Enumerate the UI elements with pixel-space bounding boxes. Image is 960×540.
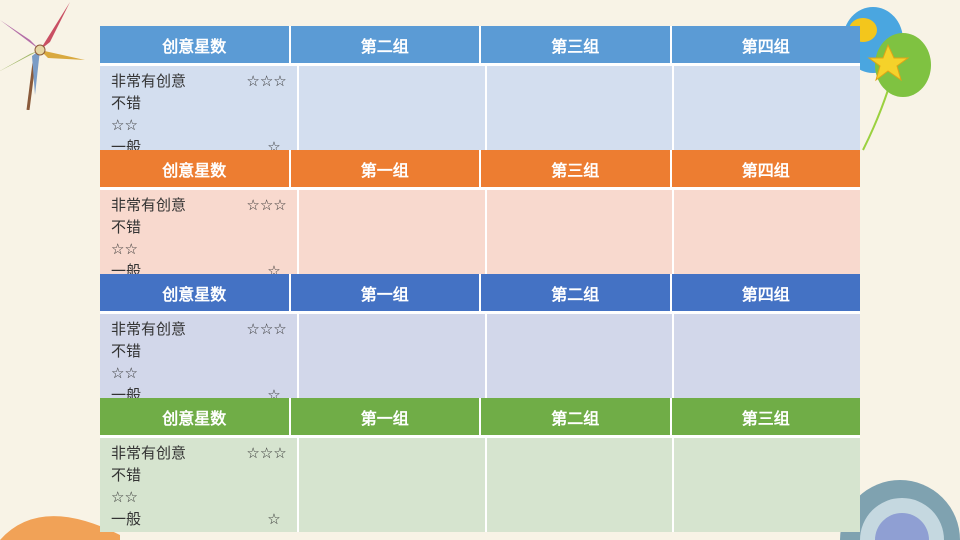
header-cell-group: 第一组 bbox=[290, 150, 481, 187]
legend-label: 不错 bbox=[111, 94, 142, 112]
header-cell-group: 第二组 bbox=[481, 274, 672, 311]
one-star-icon: ☆ bbox=[267, 386, 281, 398]
rating-table-2: 创意星数 第一组 第三组 第四组非常有创意 ☆☆☆ 不错 ☆☆ 一般 ☆ bbox=[100, 150, 860, 274]
header-cell-group: 第二组 bbox=[481, 398, 672, 435]
table-header-row: 创意星数 第一组 第三组 第四组 bbox=[100, 150, 860, 187]
legend-label: 非常有创意 bbox=[111, 72, 187, 90]
legend-label: 不错 bbox=[111, 342, 142, 360]
legend-label: 一般 bbox=[111, 386, 142, 398]
legend-line-average: 一般 ☆ bbox=[111, 260, 297, 274]
legend-line-average: 一般 ☆ bbox=[111, 508, 297, 530]
rating-cell[interactable] bbox=[486, 438, 675, 532]
legend-line-good: 不错 bbox=[111, 92, 297, 114]
header-cell-group: 第一组 bbox=[290, 274, 481, 311]
table-header-row: 创意星数 第二组 第三组 第四组 bbox=[100, 26, 860, 63]
legend-line-good-stars: ☆☆ bbox=[111, 486, 297, 508]
rating-cell[interactable] bbox=[298, 438, 487, 532]
legend-line-average: 一般 ☆ bbox=[111, 136, 297, 150]
header-cell-group: 第四组 bbox=[671, 274, 860, 311]
two-star-icon: ☆☆ bbox=[111, 364, 138, 382]
legend-label: 非常有创意 bbox=[111, 196, 187, 214]
table-row: 非常有创意 ☆☆☆ 不错 ☆☆ 一般 ☆ bbox=[100, 435, 860, 532]
one-star-icon: ☆ bbox=[267, 510, 281, 528]
table-row: 非常有创意 ☆☆☆ 不错 ☆☆ 一般 ☆ bbox=[100, 187, 860, 274]
rating-cell[interactable] bbox=[486, 190, 675, 274]
legend-cell: 非常有创意 ☆☆☆ 不错 ☆☆ 一般 ☆ bbox=[100, 438, 299, 532]
three-star-icon: ☆☆☆ bbox=[246, 196, 287, 214]
legend-label: 一般 bbox=[111, 138, 142, 150]
rating-cell[interactable] bbox=[298, 314, 487, 398]
rating-cell[interactable] bbox=[486, 66, 675, 150]
two-star-icon: ☆☆ bbox=[111, 240, 138, 258]
header-cell-group: 第二组 bbox=[290, 26, 481, 63]
header-cell-group: 第一组 bbox=[290, 398, 481, 435]
header-cell-group: 第三组 bbox=[671, 398, 860, 435]
legend-cell: 非常有创意 ☆☆☆ 不错 ☆☆ 一般 ☆ bbox=[100, 66, 299, 150]
one-star-icon: ☆ bbox=[267, 262, 281, 274]
rating-table-1: 创意星数 第二组 第三组 第四组非常有创意 ☆☆☆ 不错 ☆☆ 一般 ☆ bbox=[100, 26, 860, 150]
legend-line-good: 不错 bbox=[111, 216, 297, 238]
pinwheel-icon bbox=[0, 2, 85, 110]
three-star-icon: ☆☆☆ bbox=[246, 444, 287, 462]
legend-line-good-stars: ☆☆ bbox=[111, 362, 297, 384]
header-cell-group: 第三组 bbox=[481, 150, 672, 187]
header-cell-group: 第四组 bbox=[671, 150, 860, 187]
rating-cell[interactable] bbox=[298, 190, 487, 274]
header-cell-stars: 创意星数 bbox=[100, 26, 291, 63]
rating-cell[interactable] bbox=[674, 190, 860, 274]
rating-table-4: 创意星数 第一组 第二组 第三组非常有创意 ☆☆☆ 不错 ☆☆ 一般 ☆ bbox=[100, 398, 860, 532]
legend-line-excellent: 非常有创意 ☆☆☆ bbox=[111, 194, 297, 216]
legend-label: 一般 bbox=[111, 262, 142, 274]
legend-label: 一般 bbox=[111, 510, 142, 528]
legend-label: 不错 bbox=[111, 218, 142, 236]
legend-line-excellent: 非常有创意 ☆☆☆ bbox=[111, 318, 297, 340]
rating-cell[interactable] bbox=[674, 314, 860, 398]
table-header-row: 创意星数 第一组 第二组 第三组 bbox=[100, 398, 860, 435]
header-cell-group: 第四组 bbox=[671, 26, 860, 63]
rating-cell[interactable] bbox=[486, 314, 675, 398]
legend-label: 非常有创意 bbox=[111, 444, 187, 462]
header-cell-group: 第三组 bbox=[481, 26, 672, 63]
two-star-icon: ☆☆ bbox=[111, 116, 138, 134]
star-rating-tables: 创意星数 第二组 第三组 第四组 非常有创意 ☆☆☆ 不错 ☆☆ 一般 ☆ 创意星数 第一组 第三组 第四… bbox=[100, 26, 860, 532]
rating-cell[interactable] bbox=[674, 66, 860, 150]
legend-line-excellent: 非常有创意 ☆☆☆ bbox=[111, 70, 297, 92]
three-star-icon: ☆☆☆ bbox=[246, 72, 287, 90]
legend-cell: 非常有创意 ☆☆☆ 不错 ☆☆ 一般 ☆ bbox=[100, 314, 299, 398]
rating-cell[interactable] bbox=[298, 66, 487, 150]
legend-cell: 非常有创意 ☆☆☆ 不错 ☆☆ 一般 ☆ bbox=[100, 190, 299, 274]
two-star-icon: ☆☆ bbox=[111, 488, 138, 506]
table-row: 非常有创意 ☆☆☆ 不错 ☆☆ 一般 ☆ bbox=[100, 63, 860, 150]
header-cell-stars: 创意星数 bbox=[100, 150, 291, 187]
table-header-row: 创意星数 第一组 第二组 第四组 bbox=[100, 274, 860, 311]
legend-line-good-stars: ☆☆ bbox=[111, 114, 297, 136]
header-cell-stars: 创意星数 bbox=[100, 274, 291, 311]
legend-line-average: 一般 ☆ bbox=[111, 384, 297, 398]
rating-cell[interactable] bbox=[674, 438, 860, 532]
legend-label: 不错 bbox=[111, 466, 142, 484]
header-cell-stars: 创意星数 bbox=[100, 398, 291, 435]
legend-line-good: 不错 bbox=[111, 464, 297, 486]
legend-line-excellent: 非常有创意 ☆☆☆ bbox=[111, 442, 297, 464]
legend-line-good-stars: ☆☆ bbox=[111, 238, 297, 260]
table-row: 非常有创意 ☆☆☆ 不错 ☆☆ 一般 ☆ bbox=[100, 311, 860, 398]
legend-line-good: 不错 bbox=[111, 340, 297, 362]
three-star-icon: ☆☆☆ bbox=[246, 320, 287, 338]
legend-label: 非常有创意 bbox=[111, 320, 187, 338]
rating-table-3: 创意星数 第一组 第二组 第四组非常有创意 ☆☆☆ 不错 ☆☆ 一般 ☆ bbox=[100, 274, 860, 398]
one-star-icon: ☆ bbox=[267, 138, 281, 150]
